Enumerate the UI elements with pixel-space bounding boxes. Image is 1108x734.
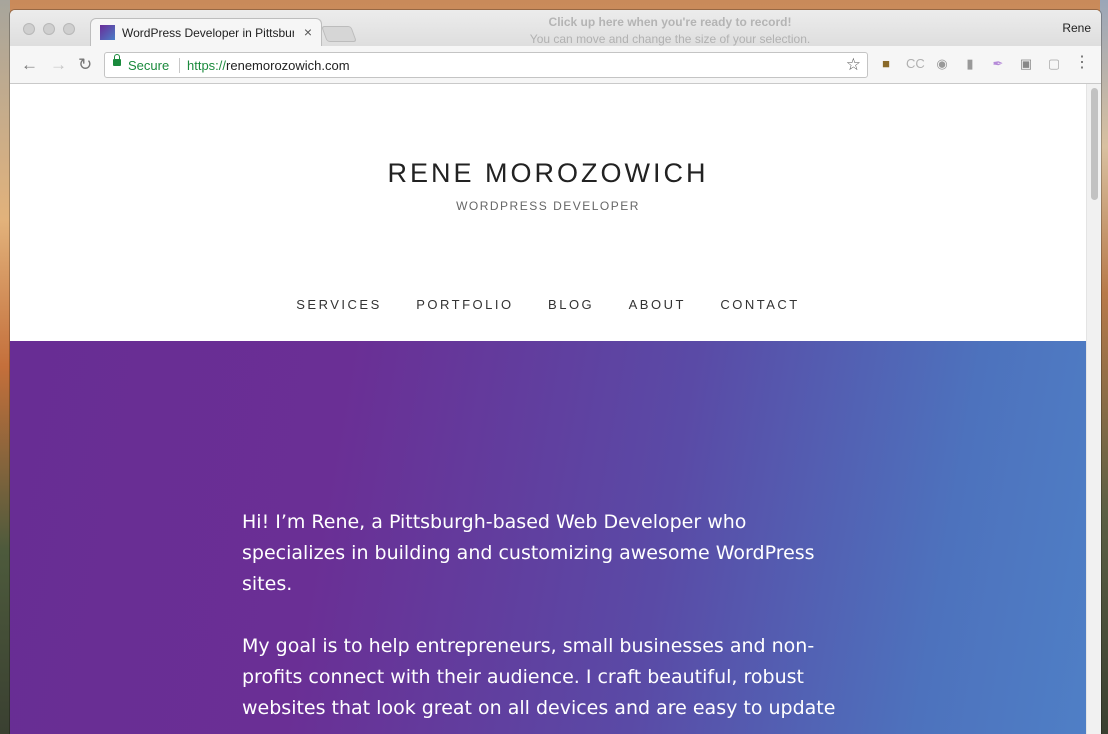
url-scheme: https:// (187, 58, 227, 73)
hero-intro-paragraph: Hi! I’m Rene, a Pittsburgh-based Web Dev… (242, 511, 815, 595)
new-tab-button[interactable] (321, 26, 357, 42)
back-arrow-icon[interactable]: ← (21, 55, 38, 75)
primary-navigation: SERVICES PORTFOLIO BLOG ABOUT CONTACT (10, 296, 1086, 314)
bookmark-icon[interactable]: ▮ (962, 56, 978, 72)
page-scrollbar[interactable] (1086, 84, 1101, 734)
tab-close-icon[interactable]: × (304, 24, 312, 40)
site-tagline: WORDPRESS DEVELOPER (456, 199, 640, 213)
browser-menu-icon[interactable]: ⋮ (1074, 55, 1090, 71)
recording-hint-line1: Click up here when you're ready to recor… (548, 15, 792, 29)
close-window-button[interactable] (23, 23, 35, 35)
nav-item-blog[interactable]: BLOG (548, 297, 594, 312)
feather-icon[interactable]: ✒ (990, 56, 1006, 72)
page-viewport: RENE MOROZOWICH WORDPRESS DEVELOPER SERV… (10, 84, 1101, 734)
zoom-window-button[interactable] (63, 23, 75, 35)
camera-icon[interactable]: ◉ (934, 56, 950, 72)
browser-window: WordPress Developer in Pittsburgh × Clic… (10, 10, 1101, 734)
omnibox-divider (179, 58, 180, 73)
nav-item-contact[interactable]: CONTACT (720, 297, 799, 312)
screen-icon[interactable]: ▢ (1046, 56, 1062, 72)
forward-arrow-icon[interactable]: → (50, 55, 67, 75)
url-text[interactable]: https://renemorozowich.com (187, 58, 350, 73)
hero-section: Hi! I’m Rene, a Pittsburgh-based Web Dev… (10, 341, 1086, 734)
profile-button[interactable]: Rene (1062, 21, 1091, 35)
nav-item-services[interactable]: SERVICES (296, 297, 382, 312)
bookmark-star-icon[interactable]: ☆ (846, 55, 861, 75)
url-host: renemorozowich.com (226, 58, 350, 73)
tab-strip: WordPress Developer in Pittsburgh × Clic… (10, 10, 1101, 46)
closed-captions-icon[interactable]: CC (906, 56, 925, 72)
nav-item-portfolio[interactable]: PORTFOLIO (416, 297, 513, 312)
reload-icon[interactable]: ↻ (78, 55, 92, 75)
site-header: RENE MOROZOWICH WORDPRESS DEVELOPER SERV… (10, 84, 1086, 341)
site-title[interactable]: RENE MOROZOWICH (10, 158, 1086, 189)
nav-item-about[interactable]: ABOUT (629, 297, 686, 312)
desktop-background (0, 0, 10, 734)
hero-text: Hi! I’m Rene, a Pittsburgh-based Web Dev… (242, 507, 842, 734)
site-favicon-icon (100, 25, 115, 40)
scrollbar-thumb[interactable] (1091, 88, 1098, 200)
secure-label: Secure (128, 58, 170, 73)
evernote-icon[interactable]: ■ (878, 56, 894, 72)
tab-title: WordPress Developer in Pittsburgh (122, 26, 294, 40)
browser-toolbar: ← → ↻ Secure https://renemorozowich.com … (10, 46, 1101, 84)
minimize-window-button[interactable] (43, 23, 55, 35)
browser-tab[interactable]: WordPress Developer in Pittsburgh × (90, 18, 322, 46)
address-bar[interactable]: Secure https://renemorozowich.com ☆ (104, 52, 868, 78)
recording-hint: Click up here when you're ready to recor… (470, 14, 870, 48)
cast-icon[interactable]: ▣ (1018, 56, 1034, 72)
desktop-background-right (1100, 0, 1108, 734)
hero-goal-paragraph: My goal is to help entrepreneurs, small … (242, 635, 836, 719)
lock-icon (113, 54, 121, 66)
